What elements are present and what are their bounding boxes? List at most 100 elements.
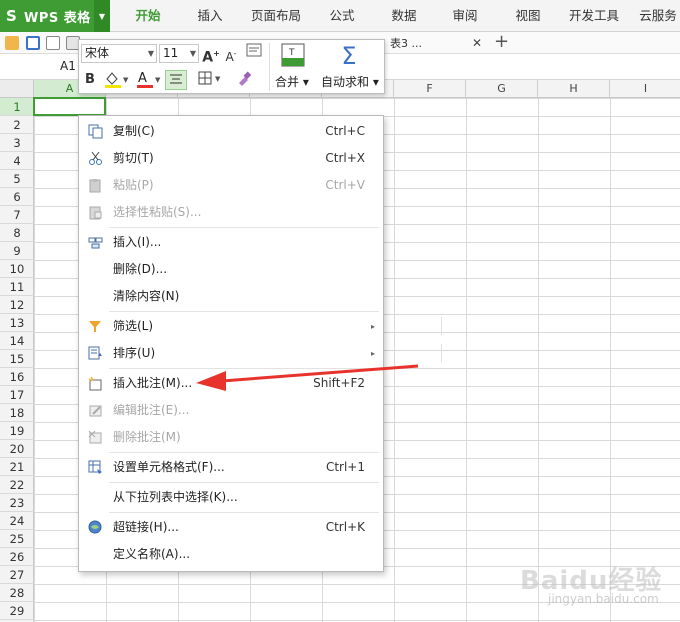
row-header-27[interactable]: 27	[0, 566, 34, 584]
row-header-7[interactable]: 7	[0, 206, 34, 224]
row-header-14[interactable]: 14	[0, 332, 34, 350]
row-header-13[interactable]: 13	[0, 314, 34, 332]
print-preview-icon[interactable]	[46, 36, 60, 50]
row-header-23[interactable]: 23	[0, 494, 34, 512]
chevron-right-icon[interactable]: ▸	[371, 340, 375, 367]
app-menu-button[interactable]: S WPS 表格 ▼	[0, 0, 110, 32]
new-tab-icon[interactable]: +	[494, 31, 509, 52]
font-name-select[interactable]: 宋体 ▼	[81, 44, 157, 63]
tab-home[interactable]: 开始	[122, 0, 174, 32]
row-header-16[interactable]: 16	[0, 368, 34, 386]
format-cells-icon	[88, 460, 103, 475]
menu-item-1[interactable]: 剪切(T) Ctrl+X	[79, 145, 383, 172]
row-header-21[interactable]: 21	[0, 458, 34, 476]
submenu-divider	[441, 317, 442, 335]
row-header-9[interactable]: 9	[0, 242, 34, 260]
open-folder-icon[interactable]	[5, 36, 19, 50]
menu-separator	[109, 368, 379, 369]
row-header-15[interactable]: 15	[0, 350, 34, 368]
menu-item-8[interactable]: 排序(U) ▸	[79, 340, 442, 367]
menu-item-label: 插入(I)...	[113, 235, 162, 249]
row-header-11[interactable]: 11	[0, 278, 34, 296]
autosum-label[interactable]: 自动求和 ▾	[321, 73, 379, 90]
tab-cloud[interactable]: 云服务	[636, 0, 680, 32]
format-painter-icon[interactable]	[233, 70, 255, 90]
column-header-g[interactable]: G	[466, 80, 538, 98]
close-icon[interactable]: ✕	[472, 33, 482, 54]
column-header-i[interactable]: I	[610, 80, 680, 98]
menu-item-shortcut: Shift+F2	[313, 376, 365, 390]
font-name-value: 宋体	[85, 46, 110, 60]
clear-format-icon[interactable]	[243, 43, 265, 63]
row-header-29[interactable]: 29	[0, 602, 34, 620]
menu-item-6[interactable]: 清除内容(N)	[79, 283, 383, 310]
row-header-2[interactable]: 2	[0, 116, 34, 134]
menu-item-label: 复制(C)	[113, 124, 155, 138]
menu-item-shortcut: Ctrl+1	[325, 460, 365, 474]
menu-item-5[interactable]: 删除(D)...	[79, 256, 383, 283]
submenu-divider	[441, 344, 442, 362]
font-color-button[interactable]: A ▼	[133, 70, 163, 90]
merge-label[interactable]: 合并 ▾	[275, 73, 309, 90]
tab-insert[interactable]: 插入	[186, 0, 234, 32]
row-header-5[interactable]: 5	[0, 170, 34, 188]
align-center-button[interactable]	[165, 70, 187, 90]
menu-item-2: 粘贴(P) Ctrl+V	[79, 172, 383, 199]
paste-special-icon	[88, 205, 103, 220]
chevron-down-icon[interactable]: ▼	[94, 0, 110, 32]
row-header-3[interactable]: 3	[0, 134, 34, 152]
row-header-25[interactable]: 25	[0, 530, 34, 548]
tab-developer[interactable]: 开发工具	[562, 0, 626, 32]
row-header-12[interactable]: 12	[0, 296, 34, 314]
row-header-8[interactable]: 8	[0, 224, 34, 242]
row-header-28[interactable]: 28	[0, 584, 34, 602]
delete-comment-icon	[88, 430, 103, 445]
font-grow-icon[interactable]: A+	[202, 44, 220, 66]
row-header-4[interactable]: 4	[0, 152, 34, 170]
row-header-17[interactable]: 17	[0, 386, 34, 404]
sort-icon	[88, 346, 103, 361]
menu-item-7[interactable]: 筛选(L) ▸	[79, 313, 442, 340]
row-header-1[interactable]: 1	[0, 98, 34, 116]
bold-button[interactable]: B	[81, 70, 99, 90]
autosum-icon[interactable]: Σ	[335, 42, 363, 70]
menu-item-label: 插入批注(M)...	[113, 376, 193, 390]
font-shrink-icon[interactable]: A-	[222, 44, 240, 64]
menu-item-9[interactable]: 插入批注(M)... Shift+F2	[79, 370, 383, 397]
row-header-10[interactable]: 10	[0, 260, 34, 278]
menu-item-14[interactable]: 超链接(H)... Ctrl+K	[79, 514, 383, 541]
doc-tab-area[interactable]: 表3 ...	[386, 33, 486, 54]
row-header-6[interactable]: 6	[0, 188, 34, 206]
svg-text:A: A	[138, 71, 147, 86]
svg-text:T: T	[288, 48, 295, 58]
menu-item-13[interactable]: 从下拉列表中选择(K)...	[79, 484, 383, 511]
fill-color-button[interactable]: ▼	[101, 70, 131, 90]
select-all-corner[interactable]	[0, 80, 34, 98]
tab-review[interactable]: 审阅	[441, 0, 489, 32]
borders-button[interactable]: ▼	[195, 70, 225, 90]
tab-view[interactable]: 视图	[504, 0, 552, 32]
column-header-h[interactable]: H	[538, 80, 610, 98]
merge-cells-icon[interactable]: T	[279, 43, 307, 71]
row-header-19[interactable]: 19	[0, 422, 34, 440]
row-header-26[interactable]: 26	[0, 548, 34, 566]
font-size-select[interactable]: 11 ▼	[159, 44, 199, 63]
column-header-f[interactable]: F	[394, 80, 466, 98]
name-box[interactable]: A1	[60, 59, 76, 73]
row-header-20[interactable]: 20	[0, 440, 34, 458]
menu-item-15[interactable]: 定义名称(A)...	[79, 541, 383, 568]
save-icon[interactable]	[26, 36, 40, 50]
menu-item-0[interactable]: 复制(C) Ctrl+C	[79, 118, 383, 145]
chevron-right-icon[interactable]: ▸	[371, 313, 375, 340]
tab-data[interactable]: 数据	[380, 0, 428, 32]
tab-formulas[interactable]: 公式	[318, 0, 366, 32]
menu-item-3: 选择性粘贴(S)...	[79, 199, 383, 226]
row-header-18[interactable]: 18	[0, 404, 34, 422]
row-header-24[interactable]: 24	[0, 512, 34, 530]
menu-item-12[interactable]: 设置单元格格式(F)... Ctrl+1	[79, 454, 383, 481]
active-cell-a1[interactable]	[33, 97, 106, 116]
tab-page-layout[interactable]: 页面布局	[244, 0, 308, 32]
context-menu: 复制(C) Ctrl+C 剪切(T) Ctrl+X 粘贴(P) Ctrl+V 选择性粘贴(S…	[78, 115, 442, 572]
menu-item-4[interactable]: 插入(I)...	[79, 229, 383, 256]
row-header-22[interactable]: 22	[0, 476, 34, 494]
